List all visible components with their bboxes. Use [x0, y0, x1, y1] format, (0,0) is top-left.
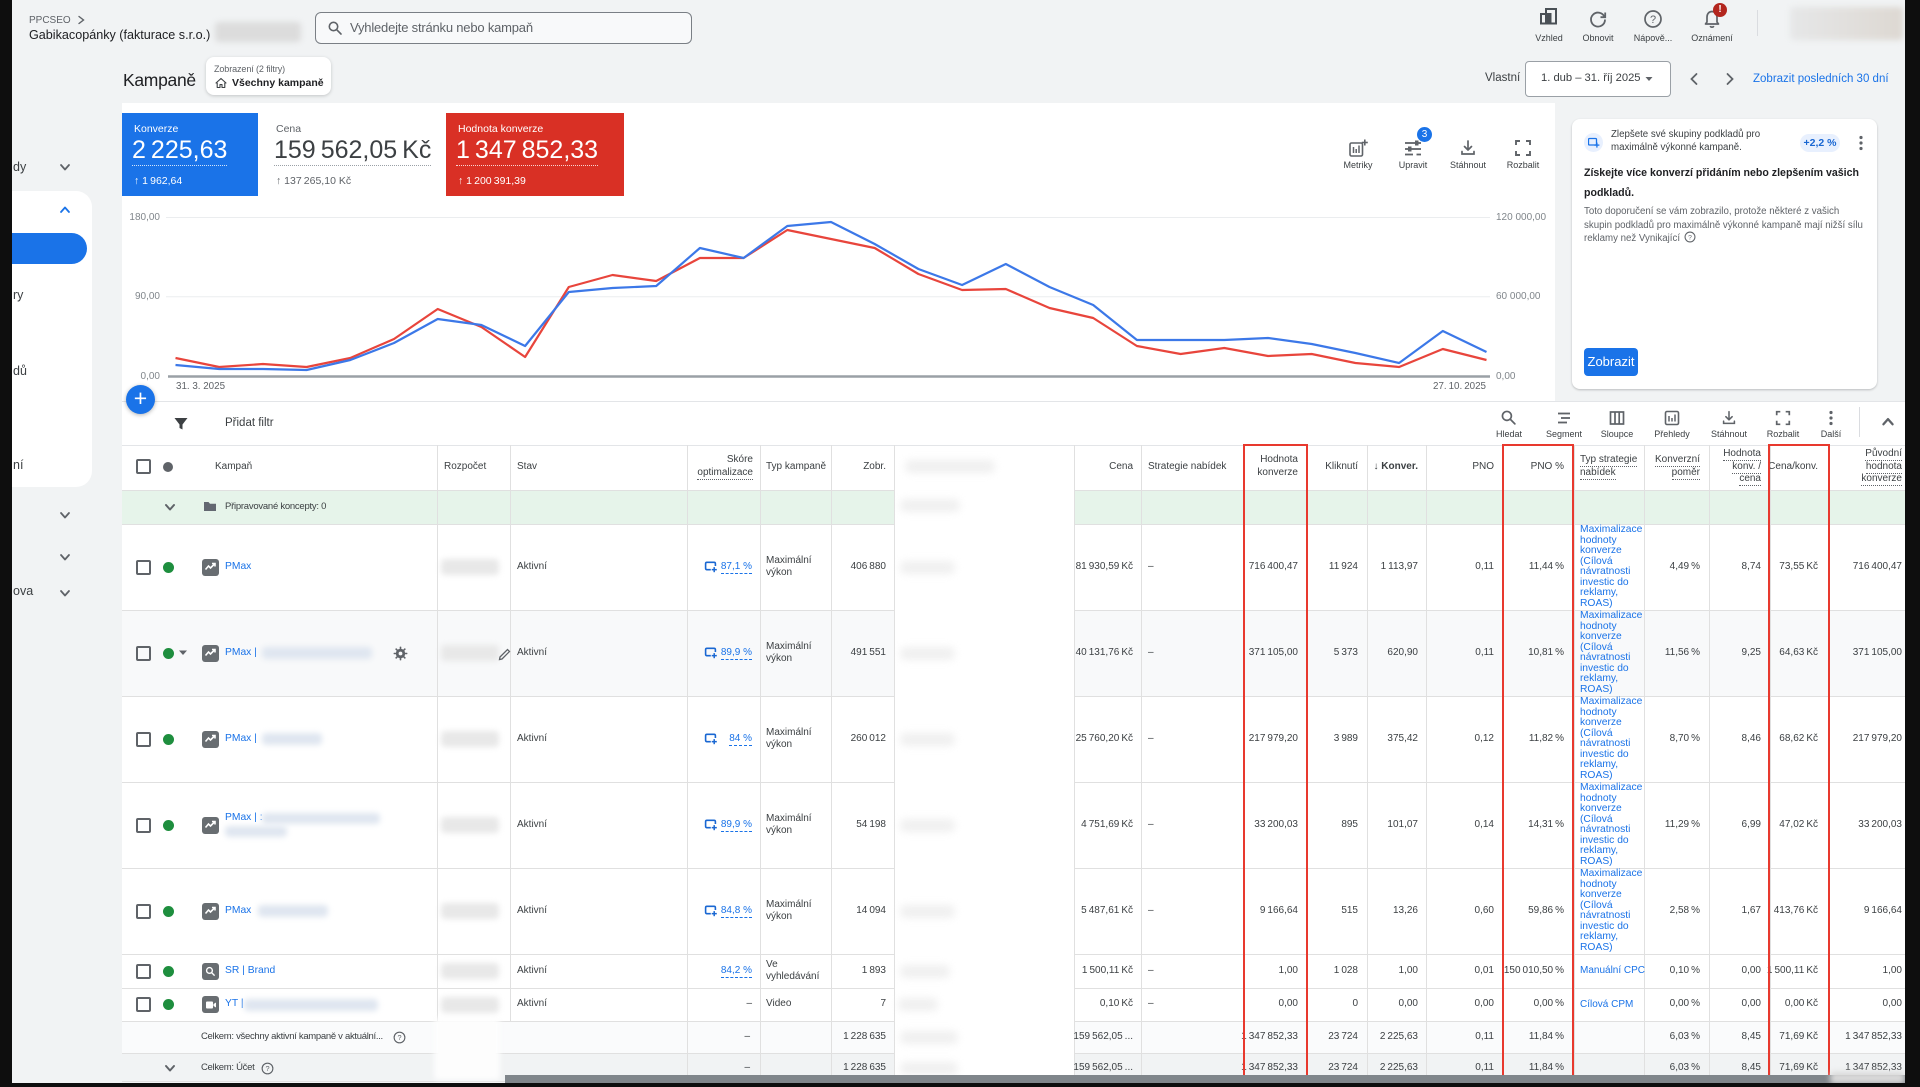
svg-text:?: ? [265, 1064, 269, 1073]
svg-text:?: ? [1688, 234, 1692, 241]
svg-text:?: ? [1650, 14, 1656, 26]
svg-text:?: ? [397, 1033, 401, 1042]
